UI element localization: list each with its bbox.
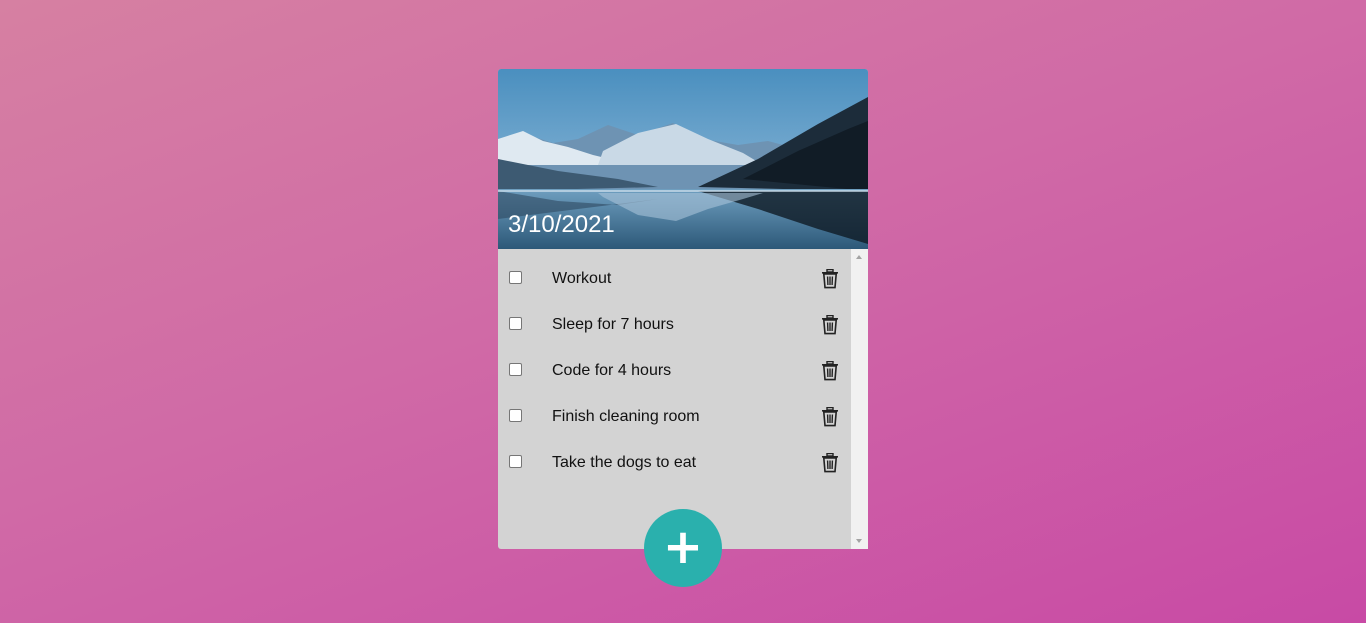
todo-checkbox[interactable]	[509, 363, 522, 376]
todo-checkbox[interactable]	[509, 409, 522, 422]
date-title: 3/10/2021	[508, 211, 615, 238]
header-image: 3/10/2021	[498, 69, 868, 249]
todo-label: Code for 4 hours	[552, 362, 672, 379]
trash-icon[interactable]	[821, 407, 839, 427]
todo-checkbox[interactable]	[509, 317, 522, 330]
todo-item: Workout	[498, 249, 851, 295]
scroll-up-arrow-icon[interactable]	[856, 255, 862, 259]
scroll-down-arrow-icon[interactable]	[856, 539, 862, 543]
todo-checkbox[interactable]	[509, 271, 522, 284]
todo-label: Take the dogs to eat	[552, 454, 697, 471]
todo-item: Sleep for 7 hours	[498, 295, 851, 341]
todo-label: Workout	[552, 270, 612, 287]
plus-icon: +	[662, 519, 704, 575]
todo-label: Finish cleaning room	[552, 408, 700, 425]
todo-item: Code for 4 hours	[498, 341, 851, 387]
trash-icon[interactable]	[821, 361, 839, 381]
todo-item: Finish cleaning room	[498, 387, 851, 433]
todo-checkbox[interactable]	[509, 455, 522, 468]
todo-card: 3/10/2021 Workout Sleep for 7 hours Code…	[498, 69, 868, 549]
todo-label: Sleep for 7 hours	[552, 316, 674, 333]
add-todo-button[interactable]: +	[644, 509, 722, 587]
trash-icon[interactable]	[821, 453, 839, 473]
list-scrollbar[interactable]	[851, 249, 868, 549]
trash-icon[interactable]	[821, 315, 839, 335]
todo-item: Take the dogs to eat	[498, 433, 851, 479]
trash-icon[interactable]	[821, 269, 839, 289]
todo-list: Workout Sleep for 7 hours Code for 4 hou…	[498, 249, 851, 549]
